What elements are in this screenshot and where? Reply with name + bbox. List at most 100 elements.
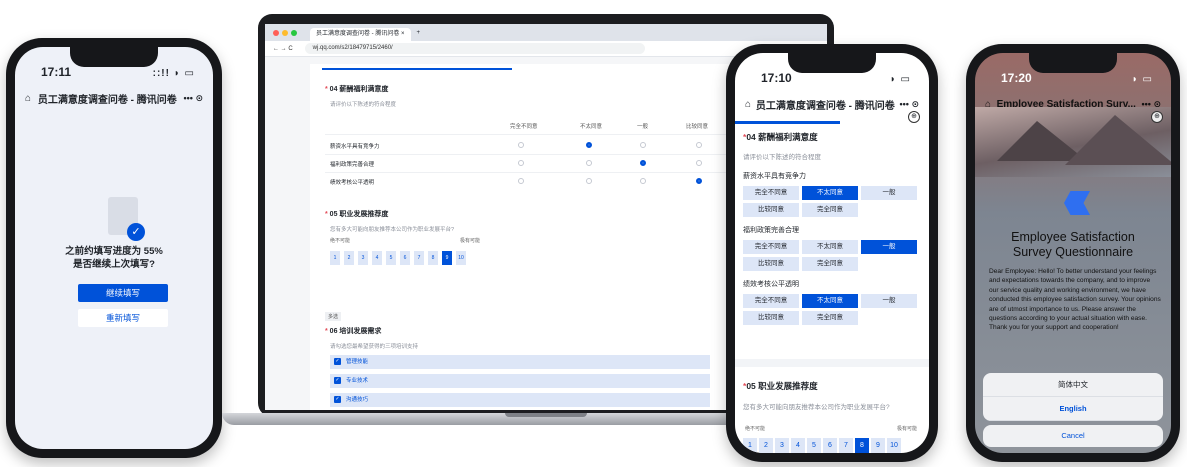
language-globe-icon[interactable]: ⊕ [908, 111, 920, 123]
survey-progress-bar [322, 68, 512, 70]
radio-option[interactable] [518, 160, 524, 166]
nps-option[interactable]: 9 [442, 251, 452, 265]
browser-tab[interactable]: 员工满意度调查问卷 - 腾讯问卷 × [310, 28, 411, 41]
question-5-hint: 您有多大可能向朋友推荐本公司作为职业发展平台? [330, 227, 455, 233]
choice-option[interactable]: 完全不同意 [743, 186, 799, 200]
radio-option[interactable] [586, 178, 592, 184]
nps-option[interactable]: 10 [456, 251, 466, 265]
document-icon: ✓ [108, 197, 145, 241]
section-divider [735, 359, 929, 367]
radio-option[interactable] [696, 160, 702, 166]
choice-option[interactable]: 比较同意 [743, 257, 799, 271]
language-globe-icon[interactable]: ⊕ [1151, 111, 1163, 123]
new-tab-icon[interactable]: + [417, 30, 421, 36]
divider [325, 154, 765, 155]
choice-option[interactable]: 一般 [861, 186, 917, 200]
phone-survey-matrix: 17:10 ◗ ▭ ⌂ 员工满意度调查问卷 - 腾讯问卷 ••• ⊙ ⊕ *04… [726, 44, 938, 462]
matrix-col-header: 一般 [637, 124, 649, 130]
nav-buttons-icon[interactable]: ← → C [273, 46, 293, 52]
nps-option[interactable]: 10 [887, 438, 901, 453]
choice-option[interactable]: 完全不同意 [743, 240, 799, 254]
nps-option[interactable]: 5 [386, 251, 396, 265]
nps-option[interactable]: 4 [791, 438, 805, 453]
nps-option[interactable]: 2 [344, 251, 354, 265]
divider [325, 172, 765, 173]
question-6-title: * 06 培训发展需求 [325, 328, 382, 335]
close-window-icon[interactable] [273, 29, 279, 36]
scale-low-label: 绝不可能 [745, 426, 766, 432]
checkbox-option-checked[interactable]: 管理技能 [330, 355, 710, 369]
choice-option[interactable]: 比较同意 [743, 203, 799, 217]
survey-progress-bar [735, 121, 840, 124]
radio-option-selected[interactable] [696, 178, 702, 184]
multi-select-tag: 多选 [325, 312, 342, 321]
nps-option[interactable]: 4 [372, 251, 382, 265]
cancel-button[interactable]: Cancel [983, 425, 1163, 447]
choice-option[interactable]: 一般 [861, 240, 917, 254]
choice-option[interactable]: 不太同意 [802, 186, 858, 200]
radio-option[interactable] [640, 142, 646, 148]
nps-option[interactable]: 8 [855, 438, 869, 453]
language-option-zh[interactable]: 简体中文 [983, 373, 1163, 397]
phone-resume-prompt: 17:11 ::!! ◗ ▭ ⌂ 员工满意度调查问卷 - 腾讯问卷 ••• ⊙ … [6, 38, 222, 458]
radio-option-selected[interactable] [640, 160, 646, 166]
nps-option[interactable]: 8 [428, 251, 438, 265]
nps-option[interactable]: 2 [759, 438, 773, 453]
survey-heading: Employee Satisfaction Survey Questionnai… [975, 230, 1171, 260]
matrix-row-label: 薪资水平具有竞争力 [330, 144, 380, 150]
radio-option[interactable] [518, 142, 524, 148]
radio-option-selected[interactable] [586, 142, 592, 148]
radio-option[interactable] [586, 160, 592, 166]
language-action-sheet: 简体中文 English [983, 373, 1163, 421]
nps-option[interactable]: 6 [400, 251, 410, 265]
resume-question-text: 是否继续上次填写? [73, 259, 155, 270]
choice-option[interactable]: 完全同意 [802, 203, 858, 217]
app-bar: ⌂ 员工满意度调查问卷 - 腾讯问卷 ••• ⊙ [735, 91, 929, 117]
more-menu-icon[interactable]: ••• ⊙ [900, 99, 920, 110]
choice-option[interactable]: 不太同意 [802, 294, 858, 308]
minimize-window-icon[interactable] [282, 29, 288, 36]
choice-group: 完全不同意 不太同意 一般比较同意 完全同意 [743, 240, 919, 271]
nps-option[interactable]: 3 [358, 251, 368, 265]
radio-option[interactable] [696, 142, 702, 148]
radio-option[interactable] [518, 178, 524, 184]
question-4-title: * 04 薪酬福利满意度 [325, 86, 389, 93]
survey-logo-icon [1064, 191, 1090, 215]
choice-option[interactable]: 不太同意 [802, 240, 858, 254]
phone-screen: 17:10 ◗ ▭ ⌂ 员工满意度调查问卷 - 腾讯问卷 ••• ⊙ ⊕ *04… [735, 53, 929, 453]
nps-option[interactable]: 7 [839, 438, 853, 453]
restart-button[interactable]: 重新填写 [78, 309, 168, 327]
status-icons: ::!! ◗ ▭ [152, 68, 195, 79]
checkbox-option-checked[interactable]: 沟通技巧 [330, 393, 710, 407]
radio-option[interactable] [640, 178, 646, 184]
nps-option[interactable]: 9 [871, 438, 885, 453]
survey-description: Dear Employee: Hello! To better understa… [989, 268, 1161, 332]
url-field[interactable]: wj.qq.com/s2/18479715/2460/ [304, 43, 645, 54]
continue-button[interactable]: 继续填写 [78, 284, 168, 302]
nps-option[interactable]: 1 [743, 438, 757, 453]
page-title: 员工满意度调查问卷 - 腾讯问卷 [37, 94, 177, 106]
page-title: 员工满意度调查问卷 - 腾讯问卷 [755, 100, 895, 112]
choice-option[interactable]: 完全同意 [802, 257, 858, 271]
phone-notch [1029, 53, 1117, 73]
phone-notch [70, 47, 158, 67]
language-option-en[interactable]: English [983, 397, 1163, 421]
choice-option[interactable]: 一般 [861, 294, 917, 308]
phone-notch [788, 53, 876, 73]
more-menu-icon[interactable]: ••• ⊙ [184, 93, 204, 104]
nps-option[interactable]: 5 [807, 438, 821, 453]
mountain-banner-image [975, 107, 1171, 177]
nps-option[interactable]: 7 [414, 251, 424, 265]
question-4-title: *04 薪酬福利满意度 [743, 132, 818, 142]
maximize-window-icon[interactable] [291, 29, 297, 36]
choice-option[interactable]: 完全同意 [802, 311, 858, 325]
choice-option[interactable]: 完全不同意 [743, 294, 799, 308]
matrix-row-label: 福利政策完善合理 [330, 162, 375, 168]
matrix-col-header: 不太同意 [580, 124, 603, 130]
nps-option[interactable]: 6 [823, 438, 837, 453]
nps-option[interactable]: 3 [775, 438, 789, 453]
status-time: 17:11 [41, 65, 72, 79]
choice-option[interactable]: 比较同意 [743, 311, 799, 325]
checkbox-option-checked[interactable]: 专业技术 [330, 374, 710, 388]
nps-option[interactable]: 1 [330, 251, 340, 265]
